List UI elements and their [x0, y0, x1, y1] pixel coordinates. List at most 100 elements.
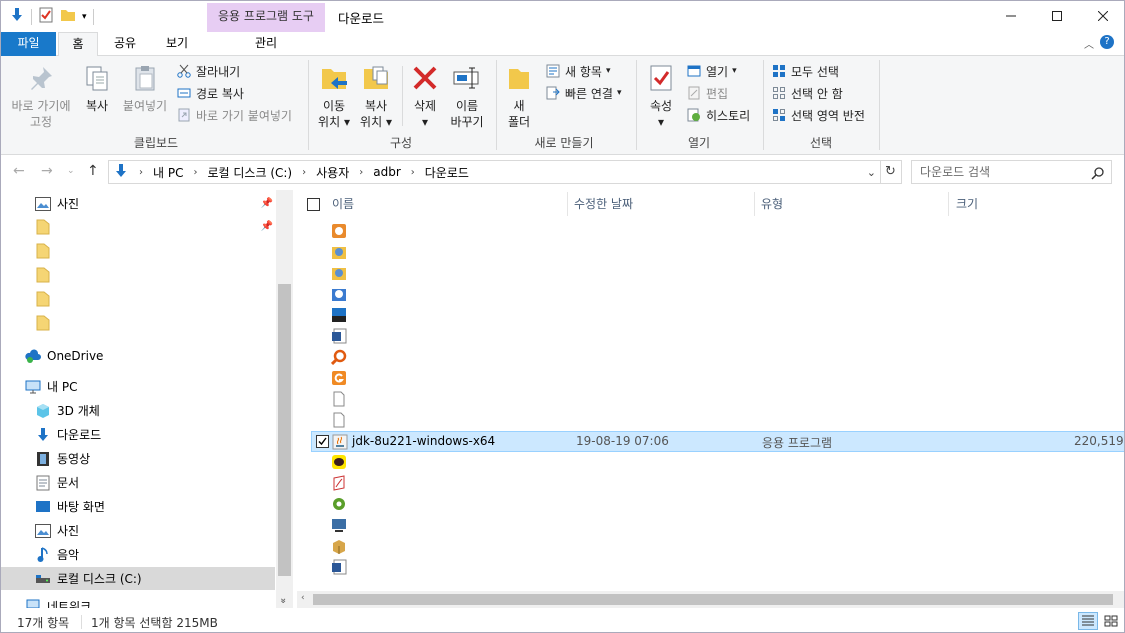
tab-home[interactable]: 홈 [58, 32, 98, 57]
help-icon[interactable]: ? [1100, 35, 1114, 49]
nav-quick-folder[interactable] [1, 263, 275, 286]
breadcrumb-user[interactable]: adbr [373, 165, 401, 179]
delete-button[interactable]: 삭제 ▾ [407, 62, 443, 130]
close-button[interactable] [1080, 1, 1124, 31]
file-row[interactable] [311, 221, 1124, 242]
nav-downloads[interactable]: 다운로드 [1, 423, 275, 446]
breadcrumb-chevron-icon[interactable]: › [187, 167, 203, 178]
forward-arrow-icon[interactable]: → [41, 163, 53, 179]
address-bar[interactable]: › 내 PC › 로컬 디스크 (C:) › 사용자 › adbr › 다운로드… [108, 160, 881, 184]
large-icons-view-button[interactable] [1101, 612, 1121, 630]
refresh-button[interactable]: ↻ [880, 160, 902, 184]
tab-manage[interactable]: 관리 [207, 32, 325, 56]
file-row[interactable] [311, 326, 1124, 347]
file-list-scroll-thumb[interactable] [313, 594, 1113, 605]
file-list-scrollbar[interactable]: ‹ [297, 591, 1124, 608]
breadcrumb-chevron-icon[interactable]: › [296, 167, 312, 178]
select-none-button[interactable]: 선택 안 함 [771, 84, 843, 102]
delete-dropdown-icon[interactable]: ▾ [407, 114, 443, 130]
breadcrumb-this-pc[interactable]: 내 PC [153, 164, 183, 181]
file-row[interactable] [311, 389, 1124, 410]
nav-this-pc[interactable]: 내 PC [1, 375, 275, 398]
copy-path-button[interactable]: 경로 복사 [176, 84, 244, 102]
file-row[interactable] [311, 557, 1124, 578]
nav-music[interactable]: 음악 [1, 543, 275, 566]
easy-access-button[interactable]: 빠른 연결 ▾ [545, 84, 622, 102]
nav-quick-pictures[interactable]: 사진 📌 [1, 192, 275, 215]
nav-pictures[interactable]: 사진 [1, 519, 275, 542]
nav-scroll-thumb[interactable] [278, 284, 291, 576]
new-folder-button[interactable]: 새 폴더 [503, 62, 535, 130]
nav-quick-folder[interactable] [1, 311, 275, 334]
tab-view[interactable]: 보기 [154, 32, 200, 56]
file-row[interactable] [311, 515, 1124, 536]
collapse-ribbon-chevron-icon[interactable]: ︿ [1084, 36, 1094, 51]
breadcrumb-chevron-icon[interactable]: › [405, 167, 421, 178]
file-row[interactable] [311, 263, 1124, 284]
breadcrumb-users[interactable]: 사용자 [316, 164, 349, 181]
scroll-left-icon[interactable]: ‹ [301, 593, 305, 603]
nav-documents[interactable]: 문서 [1, 471, 275, 494]
details-view-button[interactable] [1078, 612, 1098, 630]
file-row[interactable] [311, 284, 1124, 305]
invert-selection-button[interactable]: 선택 영역 반전 [771, 106, 865, 124]
cut-button[interactable]: 잘라내기 [176, 62, 240, 80]
paste-button[interactable]: 붙여넣기 [119, 62, 171, 114]
new-item-button[interactable]: 새 항목 ▾ [545, 62, 610, 80]
column-type[interactable]: 유형 [761, 190, 783, 218]
file-row[interactable] [311, 473, 1124, 494]
nav-videos[interactable]: 동영상 [1, 447, 275, 470]
recent-locations-chevron-icon[interactable]: ⌄ [67, 166, 75, 176]
file-row[interactable] [311, 410, 1124, 431]
paste-shortcut-button[interactable]: 바로 가기 붙여넣기 [176, 106, 292, 124]
file-row[interactable] [311, 347, 1124, 368]
history-button[interactable]: 히스토리 [686, 106, 750, 124]
column-size[interactable]: 크기 [956, 190, 978, 218]
nav-scrollbar[interactable]: ⌄ [276, 190, 293, 608]
nav-scroll-down-icon[interactable]: ⌄ [279, 593, 287, 604]
qat-dropdown-icon[interactable]: ▾ [82, 12, 87, 22]
minimize-button[interactable] [988, 1, 1034, 31]
properties-button[interactable]: 속성 ▾ [645, 62, 677, 130]
nav-desktop[interactable]: 바탕 화면 [1, 495, 275, 518]
file-row[interactable] [311, 368, 1124, 389]
properties-qat-icon[interactable] [38, 7, 54, 26]
pin-quick-access-button[interactable]: 바로 가기에 고정 [7, 62, 75, 130]
copy-button[interactable]: 복사 [79, 62, 115, 114]
tab-file[interactable]: 파일 [1, 32, 56, 56]
edit-button[interactable]: 편집 [686, 84, 728, 102]
search-input[interactable]: 다운로드 검색 [911, 160, 1112, 184]
address-dropdown-icon[interactable]: ⌄ [867, 166, 876, 179]
file-row[interactable]: jdk-8u221-windows-x64 19-08-19 07:06 응용 프로… [311, 431, 1124, 452]
file-row[interactable] [311, 494, 1124, 515]
file-row[interactable] [311, 242, 1124, 263]
back-arrow-icon[interactable]: ← [13, 163, 25, 179]
breadcrumb-downloads[interactable]: 다운로드 [425, 164, 469, 181]
move-to-button[interactable]: 이동 위치 ▾ [314, 62, 354, 130]
nav-network[interactable]: 네트워크 [1, 598, 275, 608]
column-name[interactable]: 이름 [332, 190, 354, 218]
pin-icon[interactable]: 📌 [261, 198, 273, 209]
nav-onedrive[interactable]: OneDrive [1, 344, 275, 367]
new-folder-qat-icon[interactable] [60, 7, 76, 26]
nav-3d-objects[interactable]: 3D 개체 [1, 399, 275, 422]
file-row[interactable] [311, 536, 1124, 557]
copy-to-button[interactable]: 복사 위치 ▾ [356, 62, 396, 130]
rename-button[interactable]: 이름 바꾸기 [445, 62, 489, 130]
select-all-button[interactable]: 모두 선택 [771, 62, 839, 80]
select-all-checkbox[interactable] [307, 190, 320, 218]
nav-quick-folder[interactable] [1, 239, 275, 262]
maximize-button[interactable] [1034, 1, 1080, 31]
pin-icon[interactable]: 📌 [261, 221, 273, 232]
nav-local-disk[interactable]: 로컬 디스크 (C:) [1, 567, 275, 590]
file-row[interactable] [311, 452, 1124, 473]
tab-share[interactable]: 공유 [104, 32, 146, 56]
column-modified[interactable]: 수정한 날짜 [574, 190, 633, 218]
nav-quick-folder[interactable]: 📌 [1, 215, 275, 238]
file-row[interactable] [311, 305, 1124, 326]
nav-quick-folder[interactable] [1, 287, 275, 310]
up-arrow-icon[interactable]: ↑ [87, 163, 99, 179]
breadcrumb-chevron-icon[interactable]: › [133, 167, 149, 178]
breadcrumb-local-disk[interactable]: 로컬 디스크 (C:) [207, 164, 292, 181]
open-button[interactable]: 열기 ▾ [686, 62, 737, 80]
